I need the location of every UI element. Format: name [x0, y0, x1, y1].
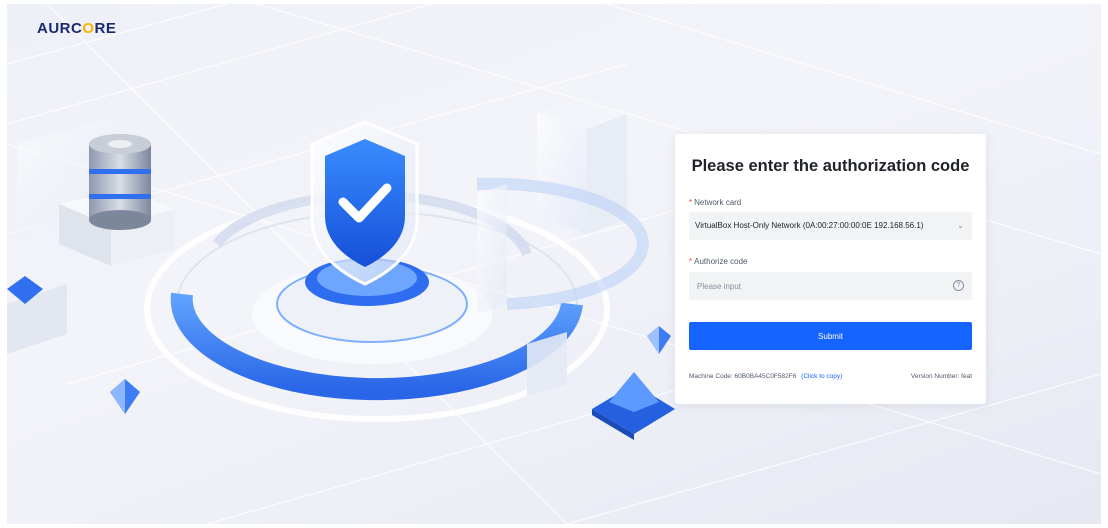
brand-logo: AURCORE — [37, 20, 116, 37]
logo-prefix: AURC — [37, 20, 83, 37]
machine-code-value: 60B0BA45C0F582F6 — [734, 373, 797, 380]
question-circle-icon[interactable]: ? — [953, 280, 964, 291]
version-value: feat — [961, 373, 972, 380]
shield-check-icon — [310, 120, 419, 286]
authorize-code-field: ? — [689, 272, 972, 300]
authorization-card: Please enter the authorization code * Net… — [675, 134, 986, 404]
authorize-code-label-text: Authorize code — [694, 257, 748, 266]
version-label: Version Number: — [910, 373, 960, 380]
submit-button[interactable]: Submit — [689, 322, 972, 350]
network-card-select[interactable]: VirtualBox Host-Only Network (0A:00:27:0… — [689, 212, 972, 240]
network-card-label: * Network card — [689, 198, 741, 207]
network-card-value: VirtualBox Host-Only Network (0A:00:27:0… — [695, 221, 924, 230]
required-mark: * — [689, 257, 693, 266]
chevron-down-icon: ⌄ — [957, 221, 964, 230]
copy-machine-code-link[interactable]: (Click to copy) — [801, 373, 842, 380]
machine-code-label: Machine Code: — [689, 373, 733, 380]
authorize-code-input[interactable] — [689, 272, 939, 300]
required-mark: * — [689, 198, 693, 207]
network-card-label-text: Network card — [694, 198, 742, 207]
card-title: Please enter the authorization code — [691, 157, 970, 175]
authorize-code-label: * Authorize code — [689, 257, 748, 266]
logo-suffix: RE — [94, 20, 117, 37]
login-page: AURCORE Please enter the authorization c… — [7, 4, 1101, 524]
logo-accent-letter: O — [82, 20, 95, 37]
version-info: Version Number: feat — [911, 373, 972, 380]
card-footer: Machine Code: 60B0BA45C0F582F6 (Click to… — [689, 373, 972, 380]
